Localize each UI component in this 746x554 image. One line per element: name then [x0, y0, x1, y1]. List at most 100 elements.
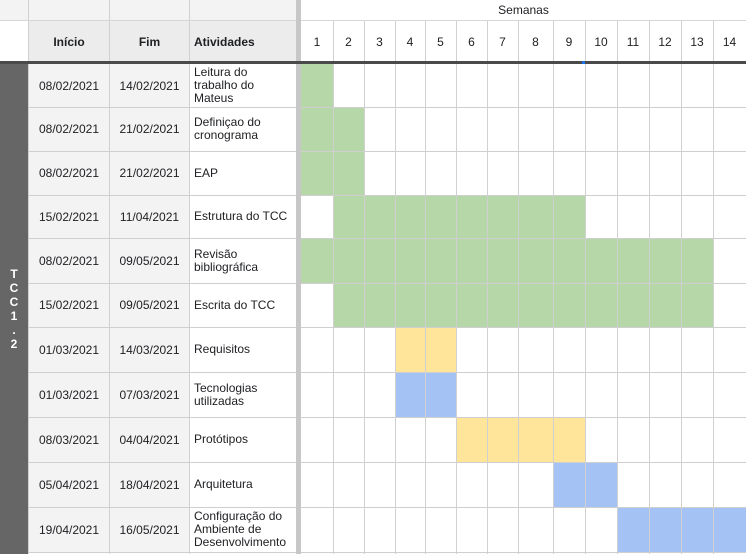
- gantt-bar-cell: [681, 238, 713, 283]
- grid-hline: [29, 552, 746, 553]
- gantt-bar-cell: [425, 327, 456, 372]
- gantt-bar-cell: [585, 283, 617, 327]
- week-header-3: 3: [376, 35, 383, 49]
- gantt-bar-cell: [301, 238, 333, 283]
- activity-cell: Revisão bibliográfica: [190, 238, 296, 283]
- gantt-bar-cell: [301, 151, 333, 195]
- grid-vline: [518, 20, 519, 554]
- grid-vline: [681, 20, 682, 554]
- grid-hline: [29, 283, 746, 284]
- gantt-bar-cell: [553, 462, 585, 507]
- activity-cell: Escrita do TCC: [190, 283, 296, 327]
- week-header-12: 12: [658, 35, 672, 49]
- end-date-cell: 09/05/2021: [110, 238, 189, 283]
- activity-cell: Estrutura do TCC: [190, 195, 296, 238]
- gantt-bar-cell: [333, 238, 364, 283]
- grid-vline: [109, 0, 110, 554]
- end-date-cell: 21/02/2021: [110, 107, 189, 151]
- start-date-cell: 05/04/2021: [29, 462, 109, 507]
- gantt-bar-cell: [395, 283, 425, 327]
- gantt-bar-cell: [518, 195, 553, 238]
- grid-vline: [364, 20, 365, 554]
- gantt-bar-cell: [553, 283, 585, 327]
- gantt-bar-cell: [518, 283, 553, 327]
- gantt-bar-cell: [585, 462, 617, 507]
- activity-cell: Configuração do Ambiente de Desenvolvime…: [190, 507, 296, 552]
- week-header-11: 11: [626, 35, 640, 49]
- gantt-bar-cell: [617, 283, 649, 327]
- grid-hline: [29, 327, 746, 328]
- grid-hline: [29, 462, 746, 463]
- grid-vline: [649, 20, 650, 554]
- start-date-cell: 15/02/2021: [29, 283, 109, 327]
- activity-cell: Tecnologias utilizadas: [190, 372, 296, 417]
- week-header-14: 14: [722, 35, 737, 49]
- header-weeks: Semanas: [498, 3, 549, 17]
- start-date-cell: 19/04/2021: [29, 507, 109, 552]
- gantt-bar-cell: [301, 64, 333, 107]
- gantt-bar-cell: [617, 238, 649, 283]
- header-start: Início: [29, 21, 109, 62]
- gantt-bar-cell: [553, 417, 585, 462]
- header-end: Fim: [110, 21, 189, 62]
- gantt-bar-cell: [425, 372, 456, 417]
- gantt-bar-cell: [456, 283, 487, 327]
- gantt-bar-cell: [553, 238, 585, 283]
- gantt-bar-cell: [456, 195, 487, 238]
- grid-vline: [713, 20, 714, 554]
- gantt-bar-cell: [364, 283, 395, 327]
- week-header-10: 10: [594, 35, 608, 49]
- week-header-7: 7: [499, 35, 506, 49]
- gantt-bar-cell: [395, 195, 425, 238]
- gantt-bar-cell: [364, 195, 395, 238]
- end-date-cell: 04/04/2021: [110, 417, 189, 462]
- gantt-bar-cell: [518, 417, 553, 462]
- week-header-9: 9: [565, 35, 573, 49]
- gantt-bar-cell: [681, 283, 713, 327]
- gantt-spreadsheet: Início Fim Atividades Semanas 12 3 4 5 6 7 8 9 1…: [0, 0, 746, 554]
- grid-hline: [29, 107, 746, 108]
- week-header-8: 8: [532, 35, 539, 49]
- start-date-cell: 08/03/2021: [29, 417, 109, 462]
- selection-marker: [582, 61, 585, 64]
- activity-cell: EAP: [190, 151, 296, 195]
- gantt-bar-cell: [649, 507, 681, 552]
- end-date-cell: 21/02/2021: [110, 151, 189, 195]
- grid-vline: [425, 20, 426, 554]
- grid-vline: [456, 20, 457, 554]
- grid-vline: [553, 20, 554, 554]
- grid-hline: [29, 417, 746, 418]
- gantt-bar-cell: [713, 507, 746, 552]
- grid-vline: [585, 20, 586, 554]
- grid-hline: [29, 195, 746, 196]
- gantt-bar-cell: [681, 507, 713, 552]
- end-date-cell: 14/02/2021: [110, 64, 189, 107]
- gantt-bar-cell: [487, 238, 518, 283]
- gantt-bar-cell: [487, 417, 518, 462]
- week-header-5: 5: [437, 35, 444, 49]
- week-header-6: 6: [468, 35, 475, 49]
- frozen-row-divider: [0, 61, 746, 64]
- header-activities: Atividades: [190, 21, 296, 62]
- grid-hline: [29, 507, 746, 508]
- start-date-cell: 08/02/2021: [29, 107, 109, 151]
- gantt-bar-cell: [456, 417, 487, 462]
- gantt-bar-cell: [425, 238, 456, 283]
- gantt-bar-cell: [617, 507, 649, 552]
- grid-hline: [0, 20, 746, 21]
- start-date-cell: 08/02/2021: [29, 64, 109, 107]
- gantt-bar-cell: [333, 195, 364, 238]
- start-date-cell: 15/02/2021: [29, 195, 109, 238]
- end-date-cell: 18/04/2021: [110, 462, 189, 507]
- activity-cell: Requisitos: [190, 327, 296, 372]
- gantt-bar-cell: [553, 195, 585, 238]
- grid-vline: [617, 20, 618, 554]
- week-header-4: 4: [406, 35, 414, 49]
- grid-vline: [395, 20, 396, 554]
- grid-hline: [29, 238, 746, 239]
- frozen-column-divider: [296, 0, 301, 554]
- grid-vline: [28, 0, 29, 554]
- grid-hline: [29, 372, 746, 373]
- gantt-bar-cell: [301, 107, 333, 151]
- gantt-bar-cell: [333, 151, 364, 195]
